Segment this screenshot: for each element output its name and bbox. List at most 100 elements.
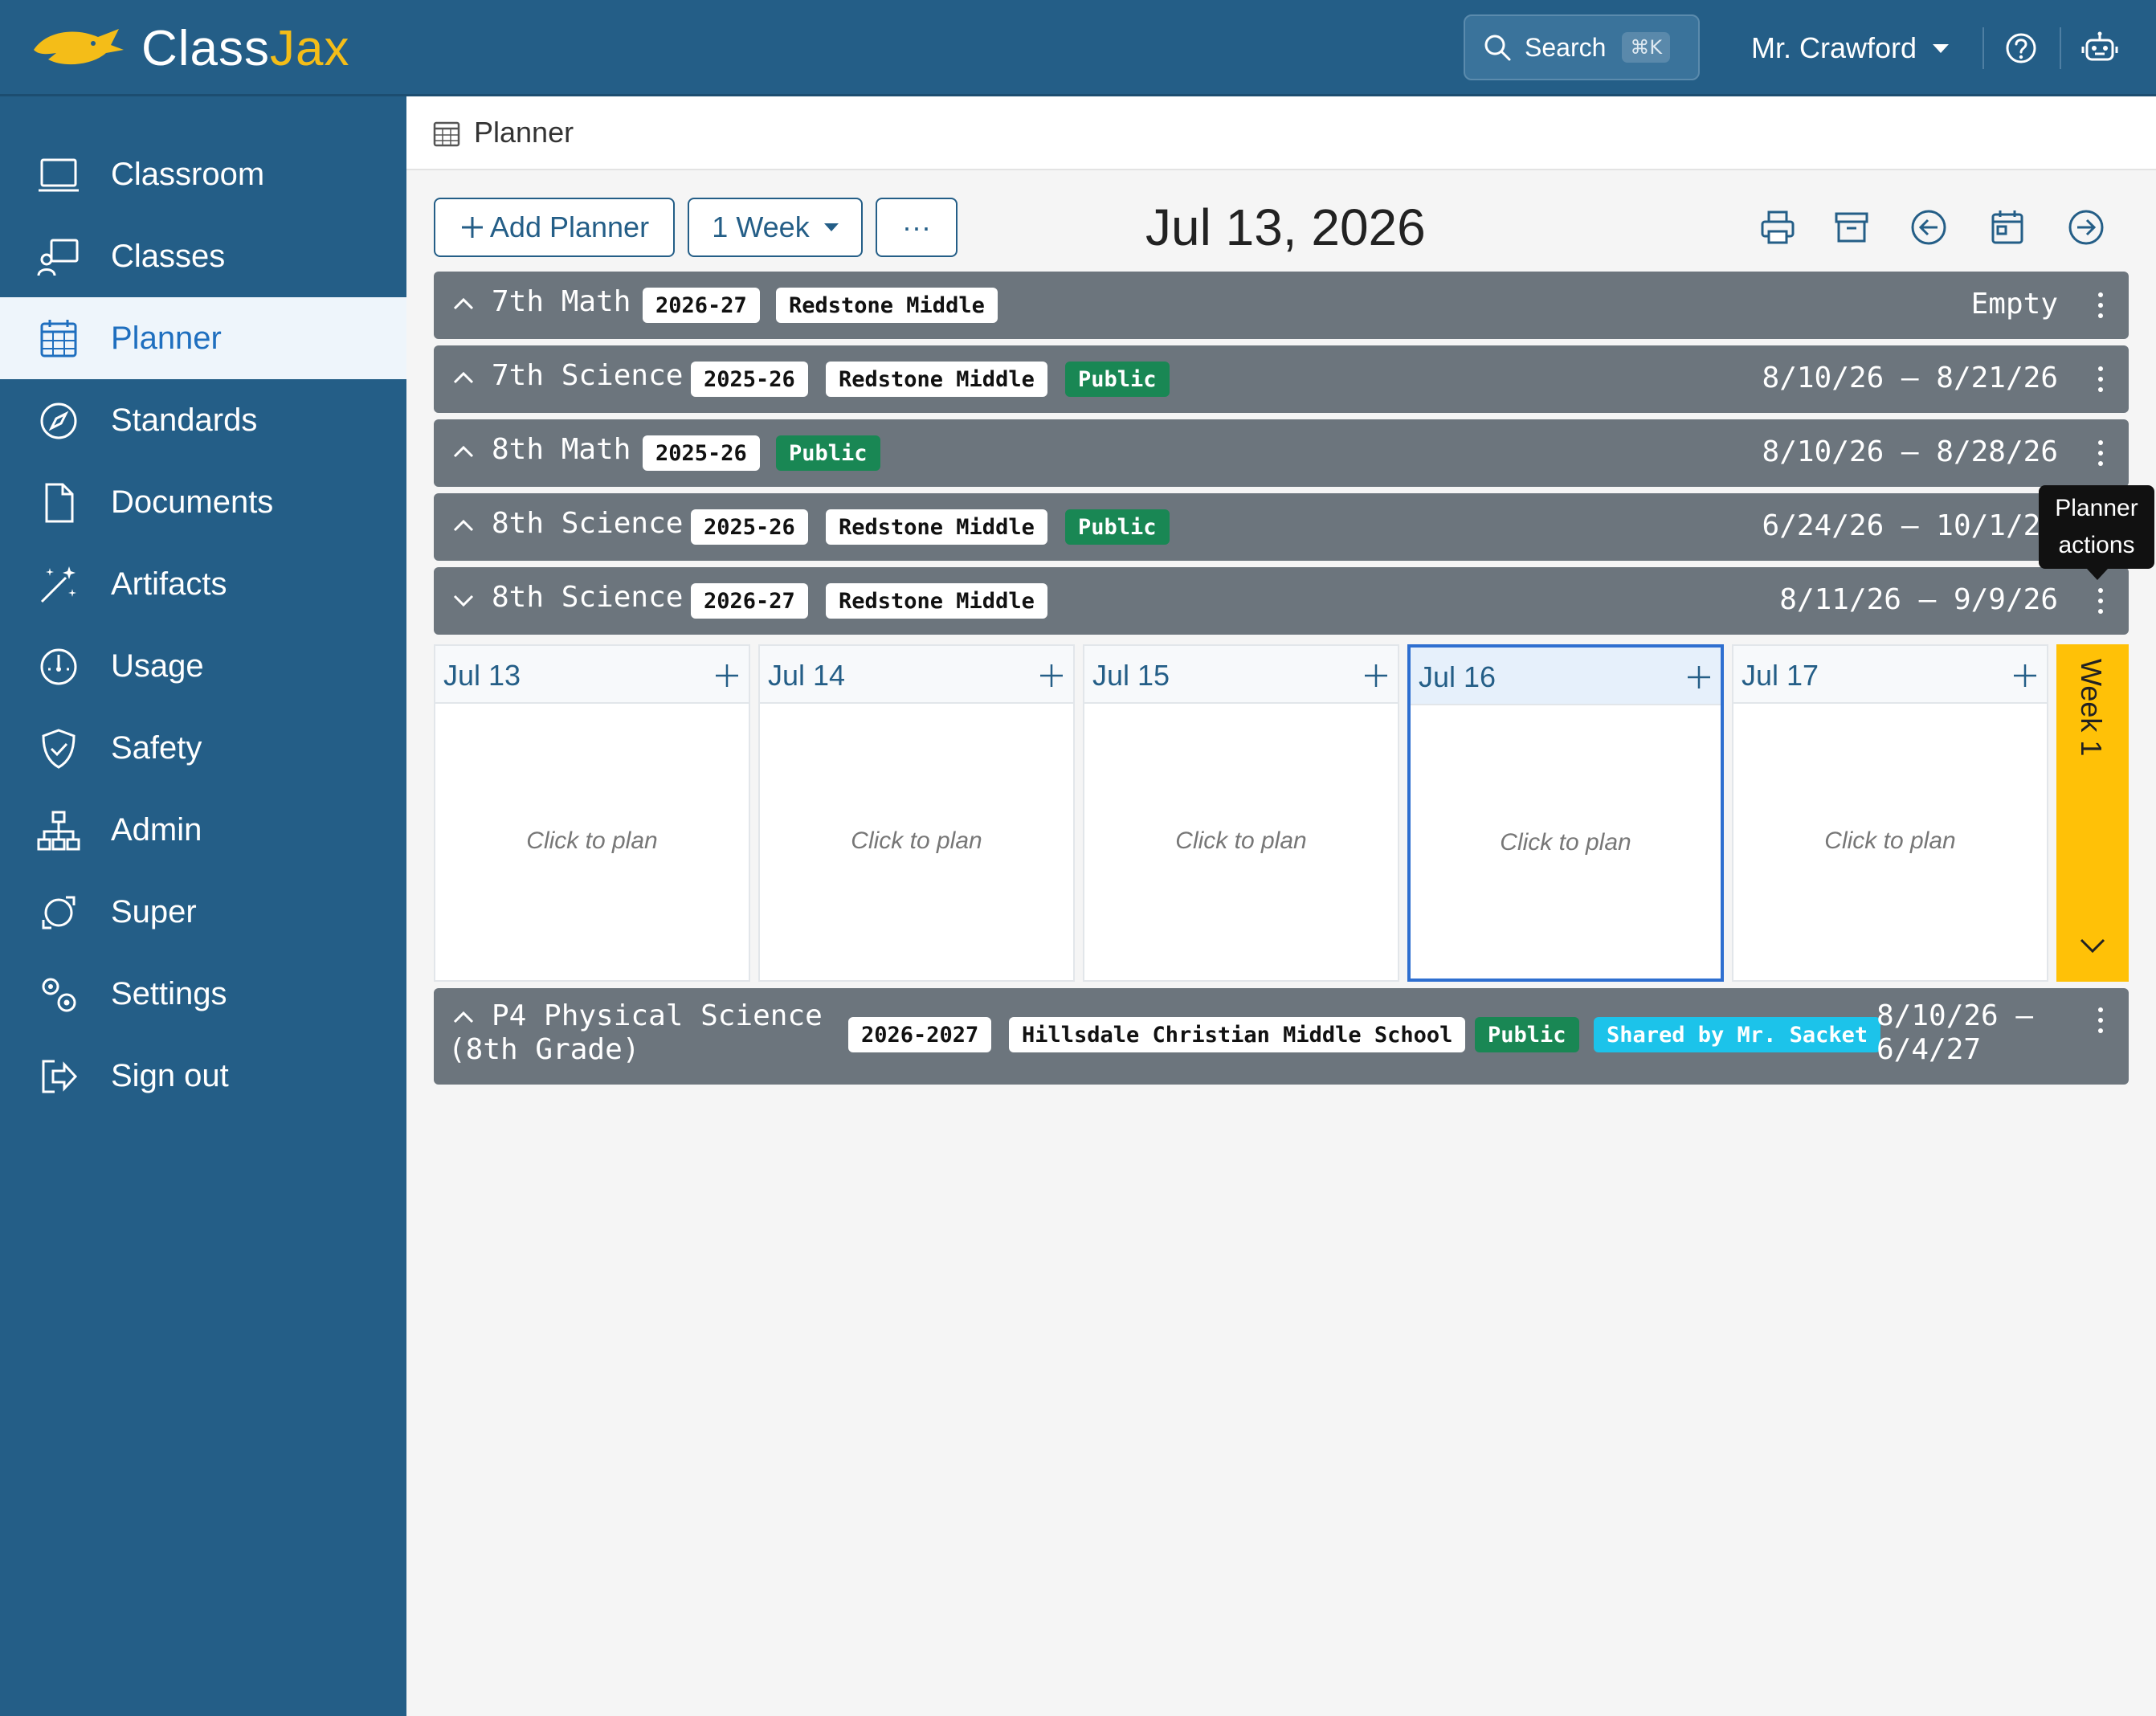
plus-icon[interactable]	[1362, 662, 1390, 689]
planner-actions-icon[interactable]	[2097, 363, 2105, 395]
more-options-button[interactable]: ···	[876, 198, 958, 257]
page-header: Planner	[406, 96, 2156, 170]
plus-icon[interactable]	[713, 662, 741, 689]
planner-actions-icon[interactable]	[2097, 1004, 2105, 1036]
day-label: Jul 14	[768, 659, 846, 692]
year-badge: 2025-26	[691, 509, 808, 545]
sidebar-item-artifacts[interactable]: Artifacts	[0, 543, 406, 625]
chevron-down-icon[interactable]	[2077, 930, 2108, 961]
day-column[interactable]: Jul 14 Click to plan	[758, 644, 1075, 982]
sidebar-item-super[interactable]: Super	[0, 871, 406, 953]
sidebar-item-documents[interactable]: Documents	[0, 461, 406, 543]
chevron-up-icon[interactable]	[451, 366, 476, 390]
school-badge: Redstone Middle	[826, 362, 1047, 397]
plus-icon[interactable]	[1038, 662, 1065, 689]
planner-actions-tooltip: Planner actions	[2039, 485, 2154, 580]
week-tab[interactable]: Week 1	[2056, 644, 2129, 982]
day-column[interactable]: Jul 13 Click to plan	[434, 644, 750, 982]
planner-actions-icon[interactable]	[2097, 585, 2105, 617]
public-badge: Public	[1065, 362, 1170, 397]
add-planner-button[interactable]: Add Planner	[434, 198, 675, 257]
sidebar-item-sign-out[interactable]: Sign out	[0, 1035, 406, 1117]
sidebar-item-planner[interactable]: Planner	[0, 297, 406, 379]
archive-icon[interactable]	[1831, 207, 1872, 247]
plus-icon[interactable]	[2011, 662, 2039, 689]
click-to-plan[interactable]: Click to plan	[435, 827, 749, 855]
year-badge: 2026-27	[643, 288, 760, 323]
range-dropdown[interactable]: 1 Week	[688, 198, 863, 257]
sidebar-item-usage[interactable]: Usage	[0, 625, 406, 707]
click-to-plan[interactable]: Click to plan	[1084, 827, 1398, 855]
user-menu[interactable]: Mr. Crawford	[1751, 24, 1950, 72]
app-name: ClassJax	[141, 20, 350, 76]
planner-row[interactable]: 8th Science 2025-26 Redstone Middle Publ…	[434, 493, 2129, 561]
sidebar-item-settings[interactable]: Settings	[0, 953, 406, 1035]
day-column[interactable]: Jul 17 Click to plan	[1732, 644, 2048, 982]
day-column[interactable]: Jul 15 Click to plan	[1083, 644, 1399, 982]
next-icon[interactable]	[2066, 207, 2106, 247]
sidebar-item-label: Admin	[111, 811, 202, 848]
hierarchy-icon	[37, 811, 80, 851]
day-column-today[interactable]: Jul 16 Click to plan	[1407, 644, 1724, 982]
planner-range: 8/10/26 –	[1876, 999, 2034, 1032]
sidebar-item-safety[interactable]: Safety	[0, 707, 406, 789]
planner-row[interactable]: 8th Math 2025-26 Public 8/10/26 – 8/28/2…	[434, 419, 2129, 487]
chevron-up-icon[interactable]	[451, 292, 476, 317]
calendar-icon	[433, 121, 460, 147]
planner-name: 8th Science	[492, 581, 684, 614]
logo[interactable]: ClassJax	[31, 14, 350, 82]
search-button[interactable]: Search ⌘K	[1464, 14, 1700, 80]
day-label: Jul 17	[1742, 659, 1819, 692]
classes-icon	[37, 239, 79, 276]
chevron-up-icon[interactable]	[451, 514, 476, 538]
page-title: Planner	[474, 116, 574, 149]
calendar-today-icon[interactable]	[1987, 207, 2027, 247]
chevron-up-icon[interactable]	[451, 1006, 476, 1030]
shared-badge: Shared by Mr. Sacket	[1594, 1017, 1881, 1052]
more-label: ···	[902, 210, 931, 243]
planner-name: 8th Science	[492, 507, 684, 540]
magic-wand-icon	[40, 566, 76, 603]
chevron-down-icon	[1933, 43, 1950, 53]
planner-row[interactable]: 7th Science 2025-26 Redstone Middle Publ…	[434, 345, 2129, 413]
sidebar-item-label: Settings	[111, 975, 227, 1011]
sidebar-item-admin[interactable]: Admin	[0, 789, 406, 871]
click-to-plan[interactable]: Click to plan	[1733, 827, 2047, 855]
chevron-up-icon[interactable]	[451, 440, 476, 464]
sidebar-item-standards[interactable]: Standards	[0, 379, 406, 461]
school-badge: Hillsdale Christian Middle School	[1009, 1017, 1466, 1052]
classjax-bird-icon	[34, 29, 124, 65]
planner-name: P4 Physical Science	[492, 999, 823, 1032]
planner-range: Empty	[1970, 288, 2058, 321]
range-label: 1 Week	[712, 210, 810, 243]
help-icon[interactable]	[2002, 29, 2040, 67]
planner-row[interactable]: 7th Math 2026-27 Redstone Middle Empty	[434, 272, 2129, 339]
previous-icon[interactable]	[1909, 207, 1949, 247]
planner-row[interactable]: 8th Science 2026-27 Redstone Middle 8/11…	[434, 567, 2129, 635]
chevron-down-icon[interactable]	[451, 588, 476, 612]
sign-out-icon	[42, 1060, 78, 1093]
sidebar-item-label: Super	[111, 893, 197, 930]
planner-range: 8/10/26 – 8/28/26	[1762, 435, 2058, 468]
current-date: Jul 13, 2026	[1145, 198, 1426, 256]
click-to-plan[interactable]: Click to plan	[760, 827, 1073, 855]
planner-range-line2: 6/4/27	[1876, 1033, 1982, 1066]
sidebar-item-label: Artifacts	[111, 566, 227, 602]
print-icon[interactable]	[1758, 207, 1798, 247]
sidebar-item-classroom[interactable]: Classroom	[0, 133, 406, 215]
robot-icon[interactable]	[2080, 29, 2119, 67]
shield-check-icon	[42, 729, 76, 769]
planner-row[interactable]: P4 Physical Science (8th Grade) 2026-202…	[434, 988, 2129, 1085]
year-badge: 2026-27	[691, 583, 808, 619]
click-to-plan[interactable]: Click to plan	[1411, 829, 1721, 856]
sidebar-item-classes[interactable]: Classes	[0, 215, 406, 297]
top-bar: ClassJax Search ⌘K Mr. Crawford	[0, 0, 2156, 96]
planner-actions-icon[interactable]	[2097, 289, 2105, 321]
sidebar-item-label: Classroom	[111, 156, 265, 192]
public-badge: Public	[1475, 1017, 1579, 1052]
search-shortcut: ⌘K	[1622, 32, 1671, 63]
day-header: Jul 14	[760, 646, 1073, 704]
plus-icon[interactable]	[1685, 664, 1713, 691]
planner-actions-icon[interactable]	[2097, 437, 2105, 469]
day-header: Jul 13	[435, 646, 749, 704]
